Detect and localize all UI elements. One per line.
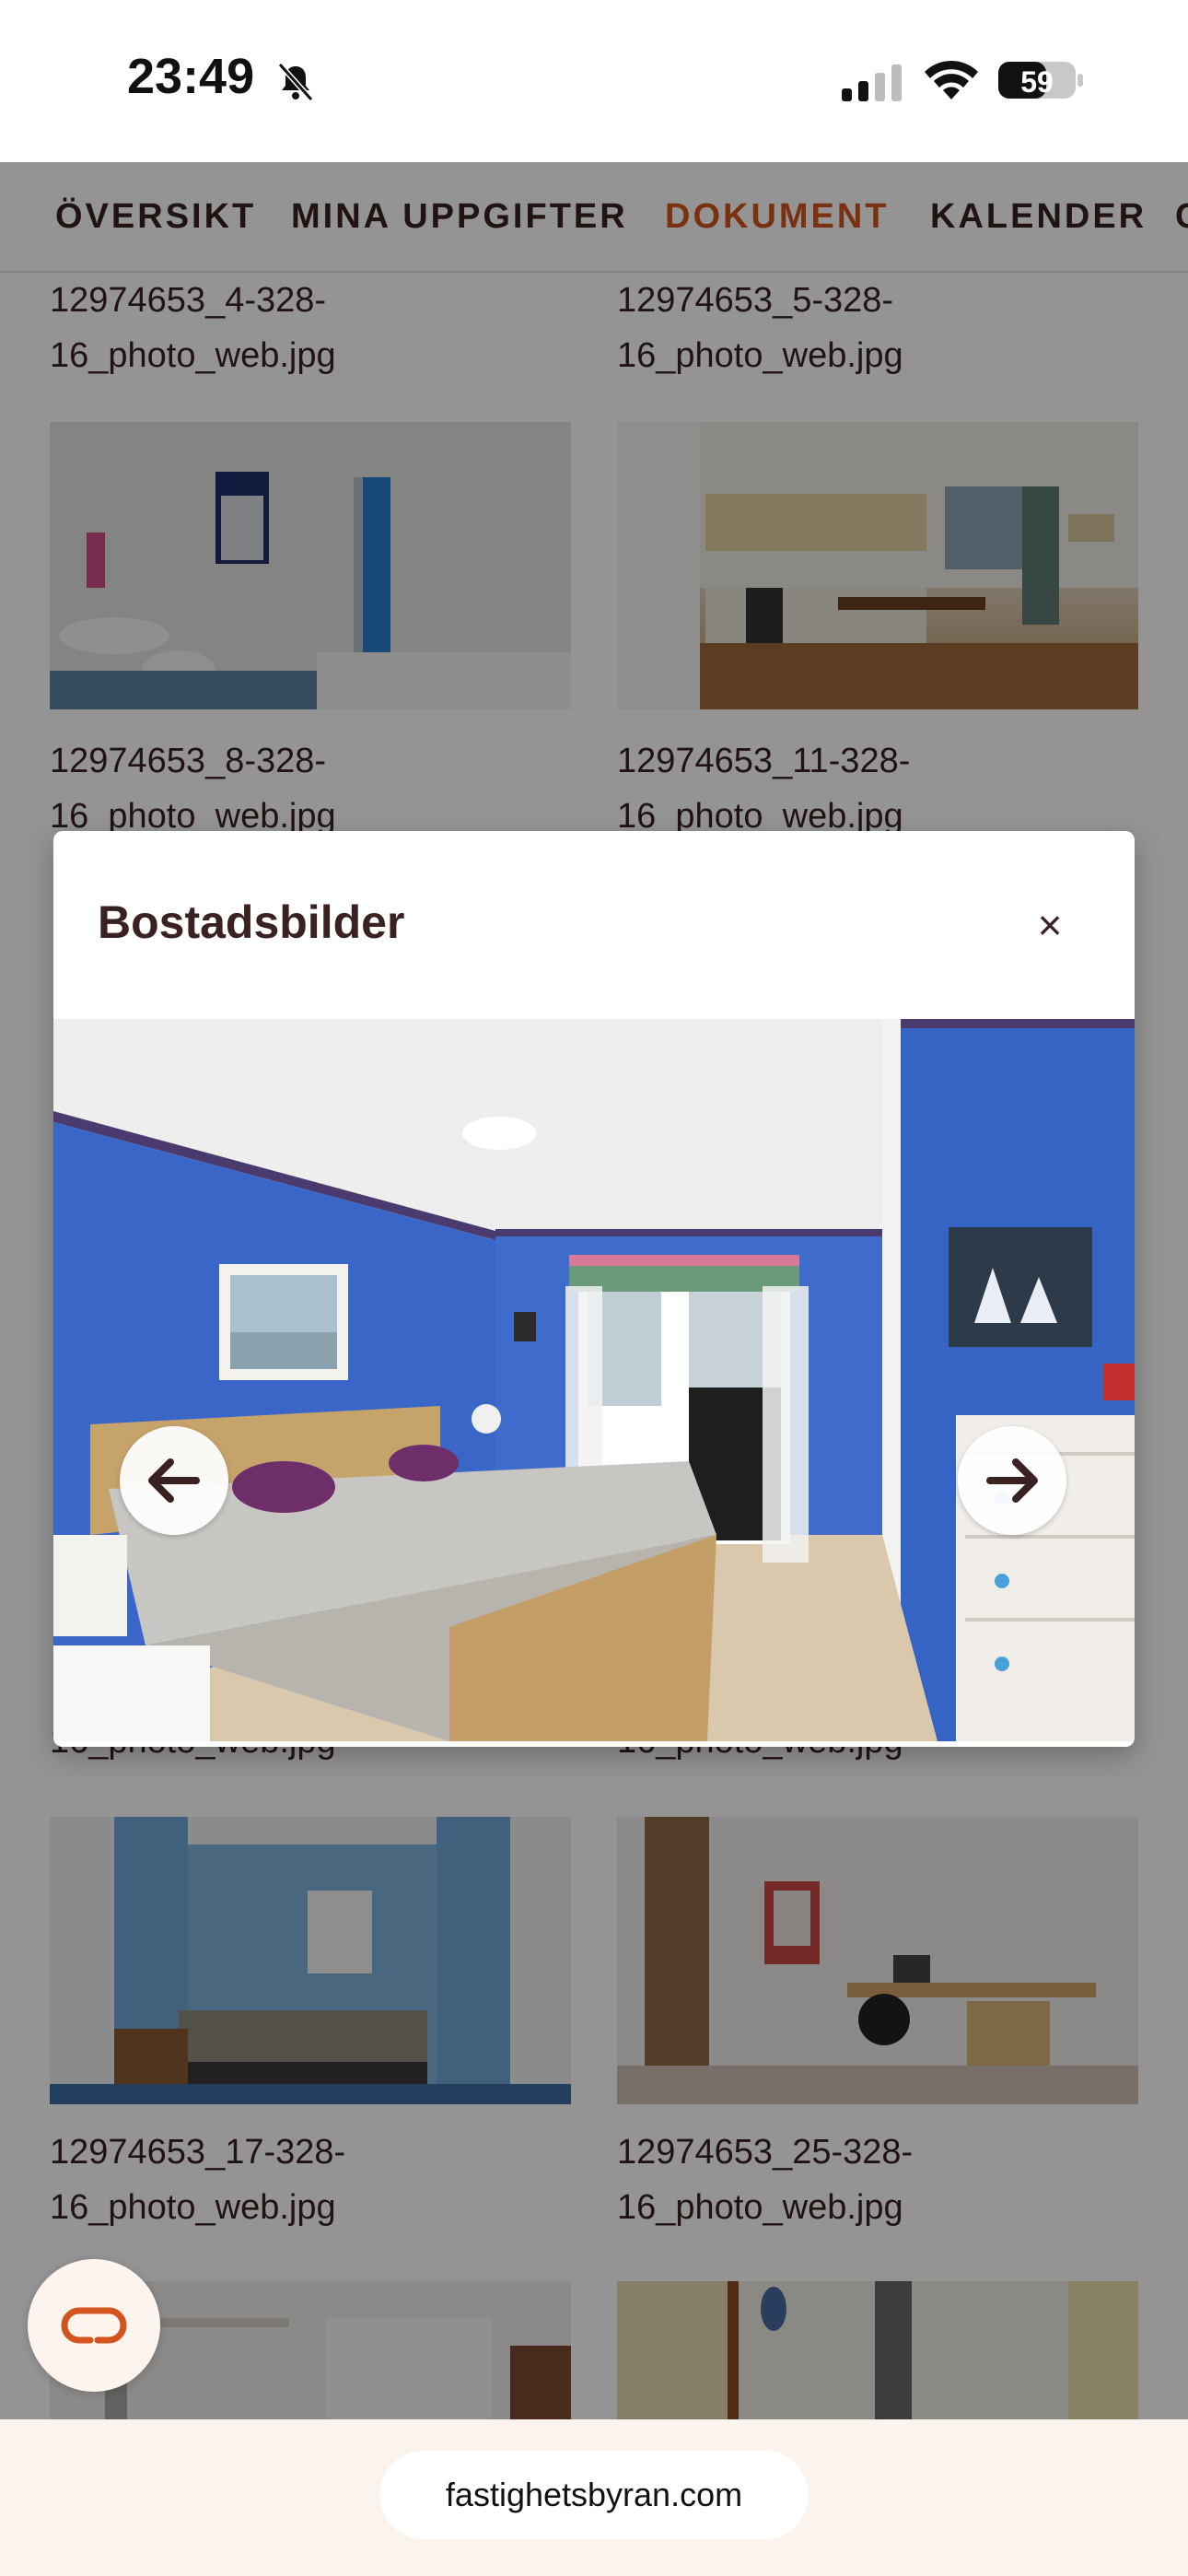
next-image-button[interactable] xyxy=(958,1426,1066,1535)
status-time: 23:49 xyxy=(127,49,255,104)
arrow-left-icon xyxy=(148,1458,200,1503)
arrow-right-icon xyxy=(986,1458,1038,1503)
image-gallery-modal: Bostadsbilder × xyxy=(53,831,1135,1747)
previous-image-button[interactable] xyxy=(120,1426,228,1535)
close-button[interactable]: × xyxy=(1024,899,1076,951)
cellular-signal-icon xyxy=(842,64,902,101)
chat-button[interactable] xyxy=(28,2259,160,2392)
status-bar: 23:49 59 xyxy=(0,0,1188,162)
chat-logo-icon xyxy=(61,2307,127,2344)
modal-header: Bostadsbilder × xyxy=(53,831,1135,1019)
image-carousel[interactable] xyxy=(53,1019,1135,1741)
battery-icon: 59 xyxy=(998,62,1083,99)
wifi-icon xyxy=(925,60,978,100)
modal-title: Bostadsbilder xyxy=(98,896,405,948)
browser-bottom-bar: fastighetsbyran.com xyxy=(0,2419,1188,2576)
carousel-footer xyxy=(53,1741,1135,1747)
bedroom-photo xyxy=(53,1019,1135,1741)
url-field[interactable]: fastighetsbyran.com xyxy=(379,2451,809,2539)
battery-level: 59 xyxy=(1020,65,1054,99)
silent-bell-icon xyxy=(277,62,314,102)
